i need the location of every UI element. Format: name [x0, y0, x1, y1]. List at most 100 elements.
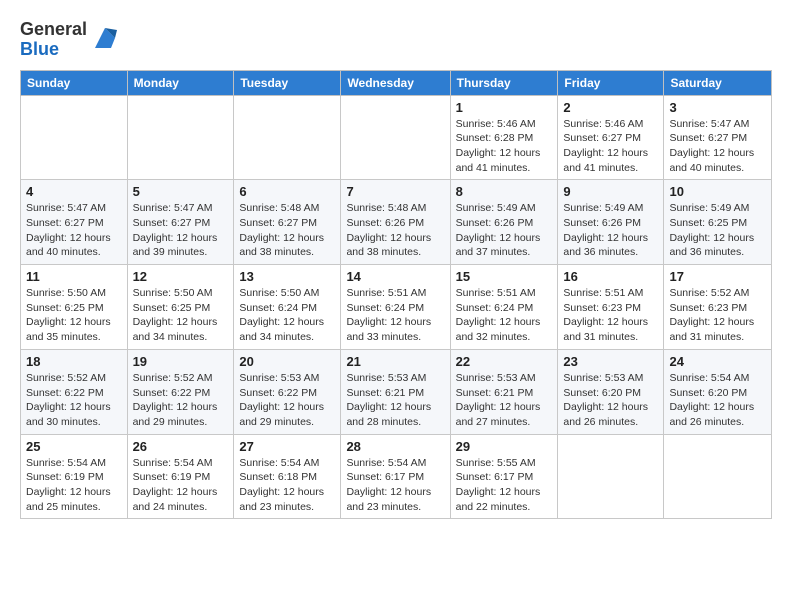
- day-info: Sunrise: 5:51 AMSunset: 6:24 PMDaylight:…: [346, 286, 444, 345]
- day-info: Sunrise: 5:50 AMSunset: 6:24 PMDaylight:…: [239, 286, 335, 345]
- calendar-cell: 17 Sunrise: 5:52 AMSunset: 6:23 PMDayligh…: [664, 265, 772, 350]
- day-number: 25: [26, 439, 122, 454]
- day-number: 24: [669, 354, 766, 369]
- day-number: 20: [239, 354, 335, 369]
- calendar-cell: [558, 434, 664, 519]
- calendar-body: 1Sunrise: 5:46 AMSunset: 6:28 PMDaylight…: [21, 95, 772, 519]
- calendar-cell: [127, 95, 234, 180]
- day-number: 8: [456, 184, 553, 199]
- day-info: Sunrise: 5:49 AMSunset: 6:25 PMDaylight:…: [669, 201, 766, 260]
- logo-icon: [91, 24, 119, 52]
- day-of-week-header-row: SundayMondayTuesdayWednesdayThursdayFrid…: [21, 70, 772, 95]
- day-info: Sunrise: 5:49 AMSunset: 6:26 PMDaylight:…: [563, 201, 658, 260]
- calendar-cell: 13 Sunrise: 5:50 AMSunset: 6:24 PMDayligh…: [234, 265, 341, 350]
- dow-friday: Friday: [558, 70, 664, 95]
- day-info: Sunrise: 5:47 AMSunset: 6:27 PMDaylight:…: [26, 201, 122, 260]
- calendar-cell: 1Sunrise: 5:46 AMSunset: 6:28 PMDaylight…: [450, 95, 558, 180]
- calendar-cell: 29 Sunrise: 5:55 AMSunset: 6:17 PMDayligh…: [450, 434, 558, 519]
- logo-text: General Blue: [20, 20, 87, 60]
- logo: General Blue: [20, 20, 119, 60]
- calendar-cell: 22 Sunrise: 5:53 AMSunset: 6:21 PMDayligh…: [450, 349, 558, 434]
- calendar-week-0: 1Sunrise: 5:46 AMSunset: 6:28 PMDaylight…: [21, 95, 772, 180]
- day-info: Sunrise: 5:53 AMSunset: 6:22 PMDaylight:…: [239, 371, 335, 430]
- day-number: 2: [563, 100, 658, 115]
- calendar-cell: [341, 95, 450, 180]
- calendar-table: SundayMondayTuesdayWednesdayThursdayFrid…: [20, 70, 772, 520]
- day-info: Sunrise: 5:53 AMSunset: 6:20 PMDaylight:…: [563, 371, 658, 430]
- day-number: 22: [456, 354, 553, 369]
- calendar-cell: 19 Sunrise: 5:52 AMSunset: 6:22 PMDayligh…: [127, 349, 234, 434]
- calendar-week-3: 18 Sunrise: 5:52 AMSunset: 6:22 PMDayligh…: [21, 349, 772, 434]
- calendar-cell: 14 Sunrise: 5:51 AMSunset: 6:24 PMDayligh…: [341, 265, 450, 350]
- day-info: Sunrise: 5:51 AMSunset: 6:23 PMDaylight:…: [563, 286, 658, 345]
- day-number: 7: [346, 184, 444, 199]
- day-info: Sunrise: 5:50 AMSunset: 6:25 PMDaylight:…: [133, 286, 229, 345]
- dow-saturday: Saturday: [664, 70, 772, 95]
- day-info: Sunrise: 5:52 AMSunset: 6:22 PMDaylight:…: [133, 371, 229, 430]
- calendar-cell: 26Sunrise: 5:54 AMSunset: 6:19 PMDayligh…: [127, 434, 234, 519]
- day-number: 19: [133, 354, 229, 369]
- day-info: Sunrise: 5:50 AMSunset: 6:25 PMDaylight:…: [26, 286, 122, 345]
- calendar-cell: 3 Sunrise: 5:47 AMSunset: 6:27 PMDaylight…: [664, 95, 772, 180]
- day-info: Sunrise: 5:46 AMSunset: 6:27 PMDaylight:…: [563, 117, 658, 176]
- calendar-cell: 27 Sunrise: 5:54 AMSunset: 6:18 PMDayligh…: [234, 434, 341, 519]
- calendar-cell: [664, 434, 772, 519]
- calendar-week-1: 4Sunrise: 5:47 AMSunset: 6:27 PMDaylight…: [21, 180, 772, 265]
- day-info: Sunrise: 5:54 AMSunset: 6:19 PMDaylight:…: [26, 456, 122, 515]
- day-number: 14: [346, 269, 444, 284]
- calendar-week-4: 25 Sunrise: 5:54 AMSunset: 6:19 PMDayligh…: [21, 434, 772, 519]
- logo-blue: Blue: [20, 39, 59, 59]
- day-number: 21: [346, 354, 444, 369]
- calendar-cell: 6 Sunrise: 5:48 AMSunset: 6:27 PMDaylight…: [234, 180, 341, 265]
- day-number: 29: [456, 439, 553, 454]
- day-number: 27: [239, 439, 335, 454]
- calendar-cell: 21 Sunrise: 5:53 AMSunset: 6:21 PMDayligh…: [341, 349, 450, 434]
- day-info: Sunrise: 5:54 AMSunset: 6:17 PMDaylight:…: [346, 456, 444, 515]
- day-number: 6: [239, 184, 335, 199]
- day-number: 5: [133, 184, 229, 199]
- day-number: 11: [26, 269, 122, 284]
- calendar-cell: 24 Sunrise: 5:54 AMSunset: 6:20 PMDayligh…: [664, 349, 772, 434]
- day-number: 23: [563, 354, 658, 369]
- calendar-cell: 2 Sunrise: 5:46 AMSunset: 6:27 PMDaylight…: [558, 95, 664, 180]
- day-info: Sunrise: 5:51 AMSunset: 6:24 PMDaylight:…: [456, 286, 553, 345]
- logo-general: General: [20, 19, 87, 39]
- dow-monday: Monday: [127, 70, 234, 95]
- day-number: 18: [26, 354, 122, 369]
- day-number: 3: [669, 100, 766, 115]
- calendar-cell: [21, 95, 128, 180]
- day-number: 12: [133, 269, 229, 284]
- calendar-cell: 9 Sunrise: 5:49 AMSunset: 6:26 PMDaylight…: [558, 180, 664, 265]
- day-info: Sunrise: 5:53 AMSunset: 6:21 PMDaylight:…: [346, 371, 444, 430]
- day-info: Sunrise: 5:54 AMSunset: 6:18 PMDaylight:…: [239, 456, 335, 515]
- calendar-cell: 4Sunrise: 5:47 AMSunset: 6:27 PMDaylight…: [21, 180, 128, 265]
- day-info: Sunrise: 5:53 AMSunset: 6:21 PMDaylight:…: [456, 371, 553, 430]
- day-number: 1: [456, 100, 553, 115]
- calendar-cell: 16 Sunrise: 5:51 AMSunset: 6:23 PMDayligh…: [558, 265, 664, 350]
- dow-tuesday: Tuesday: [234, 70, 341, 95]
- day-number: 9: [563, 184, 658, 199]
- calendar-week-2: 11 Sunrise: 5:50 AMSunset: 6:25 PMDayligh…: [21, 265, 772, 350]
- day-number: 16: [563, 269, 658, 284]
- calendar-cell: 20 Sunrise: 5:53 AMSunset: 6:22 PMDayligh…: [234, 349, 341, 434]
- day-info: Sunrise: 5:49 AMSunset: 6:26 PMDaylight:…: [456, 201, 553, 260]
- day-info: Sunrise: 5:54 AMSunset: 6:20 PMDaylight:…: [669, 371, 766, 430]
- day-number: 26: [133, 439, 229, 454]
- day-info: Sunrise: 5:52 AMSunset: 6:23 PMDaylight:…: [669, 286, 766, 345]
- calendar-cell: 7 Sunrise: 5:48 AMSunset: 6:26 PMDaylight…: [341, 180, 450, 265]
- day-info: Sunrise: 5:55 AMSunset: 6:17 PMDaylight:…: [456, 456, 553, 515]
- day-number: 15: [456, 269, 553, 284]
- day-number: 17: [669, 269, 766, 284]
- calendar-cell: 25 Sunrise: 5:54 AMSunset: 6:19 PMDayligh…: [21, 434, 128, 519]
- calendar-cell: 28 Sunrise: 5:54 AMSunset: 6:17 PMDayligh…: [341, 434, 450, 519]
- dow-wednesday: Wednesday: [341, 70, 450, 95]
- day-number: 28: [346, 439, 444, 454]
- day-info: Sunrise: 5:48 AMSunset: 6:27 PMDaylight:…: [239, 201, 335, 260]
- day-number: 13: [239, 269, 335, 284]
- calendar-cell: [234, 95, 341, 180]
- day-info: Sunrise: 5:48 AMSunset: 6:26 PMDaylight:…: [346, 201, 444, 260]
- dow-thursday: Thursday: [450, 70, 558, 95]
- day-info: Sunrise: 5:47 AMSunset: 6:27 PMDaylight:…: [669, 117, 766, 176]
- day-number: 10: [669, 184, 766, 199]
- calendar-cell: 12 Sunrise: 5:50 AMSunset: 6:25 PMDayligh…: [127, 265, 234, 350]
